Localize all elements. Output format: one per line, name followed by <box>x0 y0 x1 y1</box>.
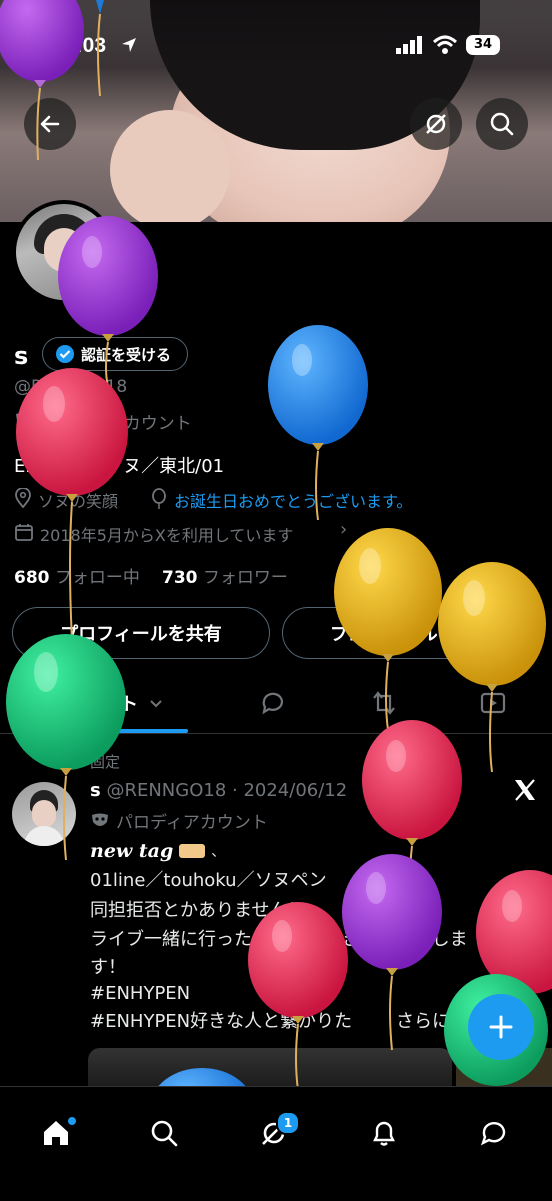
notification-badge: 1 <box>276 1111 300 1135</box>
search-nav-icon <box>151 1120 178 1147</box>
balloon-yellow-1 <box>334 528 442 731</box>
balloon-yellow-2 <box>438 562 546 773</box>
home-icon <box>44 1121 68 1145</box>
nav-home[interactable] <box>28 1105 84 1161</box>
balloon-red-lower <box>248 902 348 1090</box>
nav-messages[interactable] <box>466 1105 522 1161</box>
balloon-green-left <box>6 634 126 861</box>
bell-icon <box>373 1121 395 1146</box>
balloon-blue-top <box>96 0 104 97</box>
bottom-navigation: 1 <box>0 1086 552 1201</box>
balloon-red-left <box>16 368 128 641</box>
compose-post-button[interactable] <box>468 994 534 1060</box>
balloon-purple-avatar <box>58 216 158 387</box>
chat-bubble-icon <box>480 1122 506 1146</box>
plus-icon <box>489 1015 513 1039</box>
balloon-purple-lower <box>342 854 442 1051</box>
balloon-purple-top <box>0 0 84 161</box>
nav-search[interactable] <box>136 1105 192 1161</box>
balloon-blue <box>268 325 368 521</box>
balloons-overlay <box>0 0 552 1090</box>
nav-grok[interactable]: 1 <box>246 1105 302 1161</box>
nav-notifications[interactable] <box>356 1105 412 1161</box>
home-unread-dot <box>68 1117 76 1125</box>
